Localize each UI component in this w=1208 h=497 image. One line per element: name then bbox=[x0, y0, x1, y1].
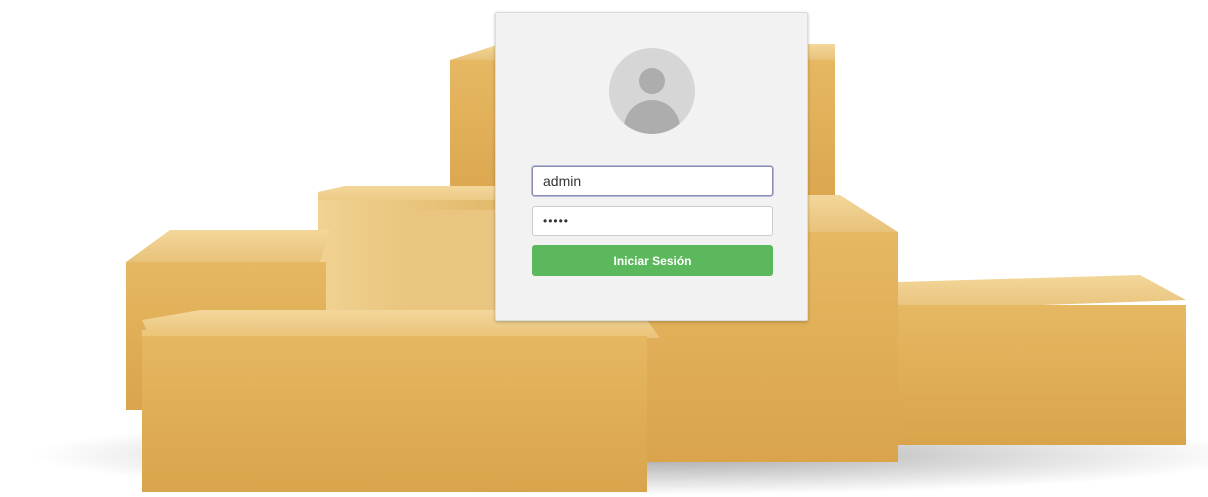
box-front-left bbox=[142, 310, 660, 492]
avatar-head bbox=[639, 68, 665, 94]
user-avatar-icon bbox=[609, 48, 695, 134]
password-input[interactable] bbox=[532, 206, 773, 236]
box-far-right bbox=[898, 275, 1186, 445]
login-submit-button[interactable]: Iniciar Sesión bbox=[532, 245, 773, 276]
login-card: Iniciar Sesión bbox=[495, 12, 808, 321]
avatar-body bbox=[624, 100, 680, 134]
username-input[interactable] bbox=[532, 166, 773, 196]
